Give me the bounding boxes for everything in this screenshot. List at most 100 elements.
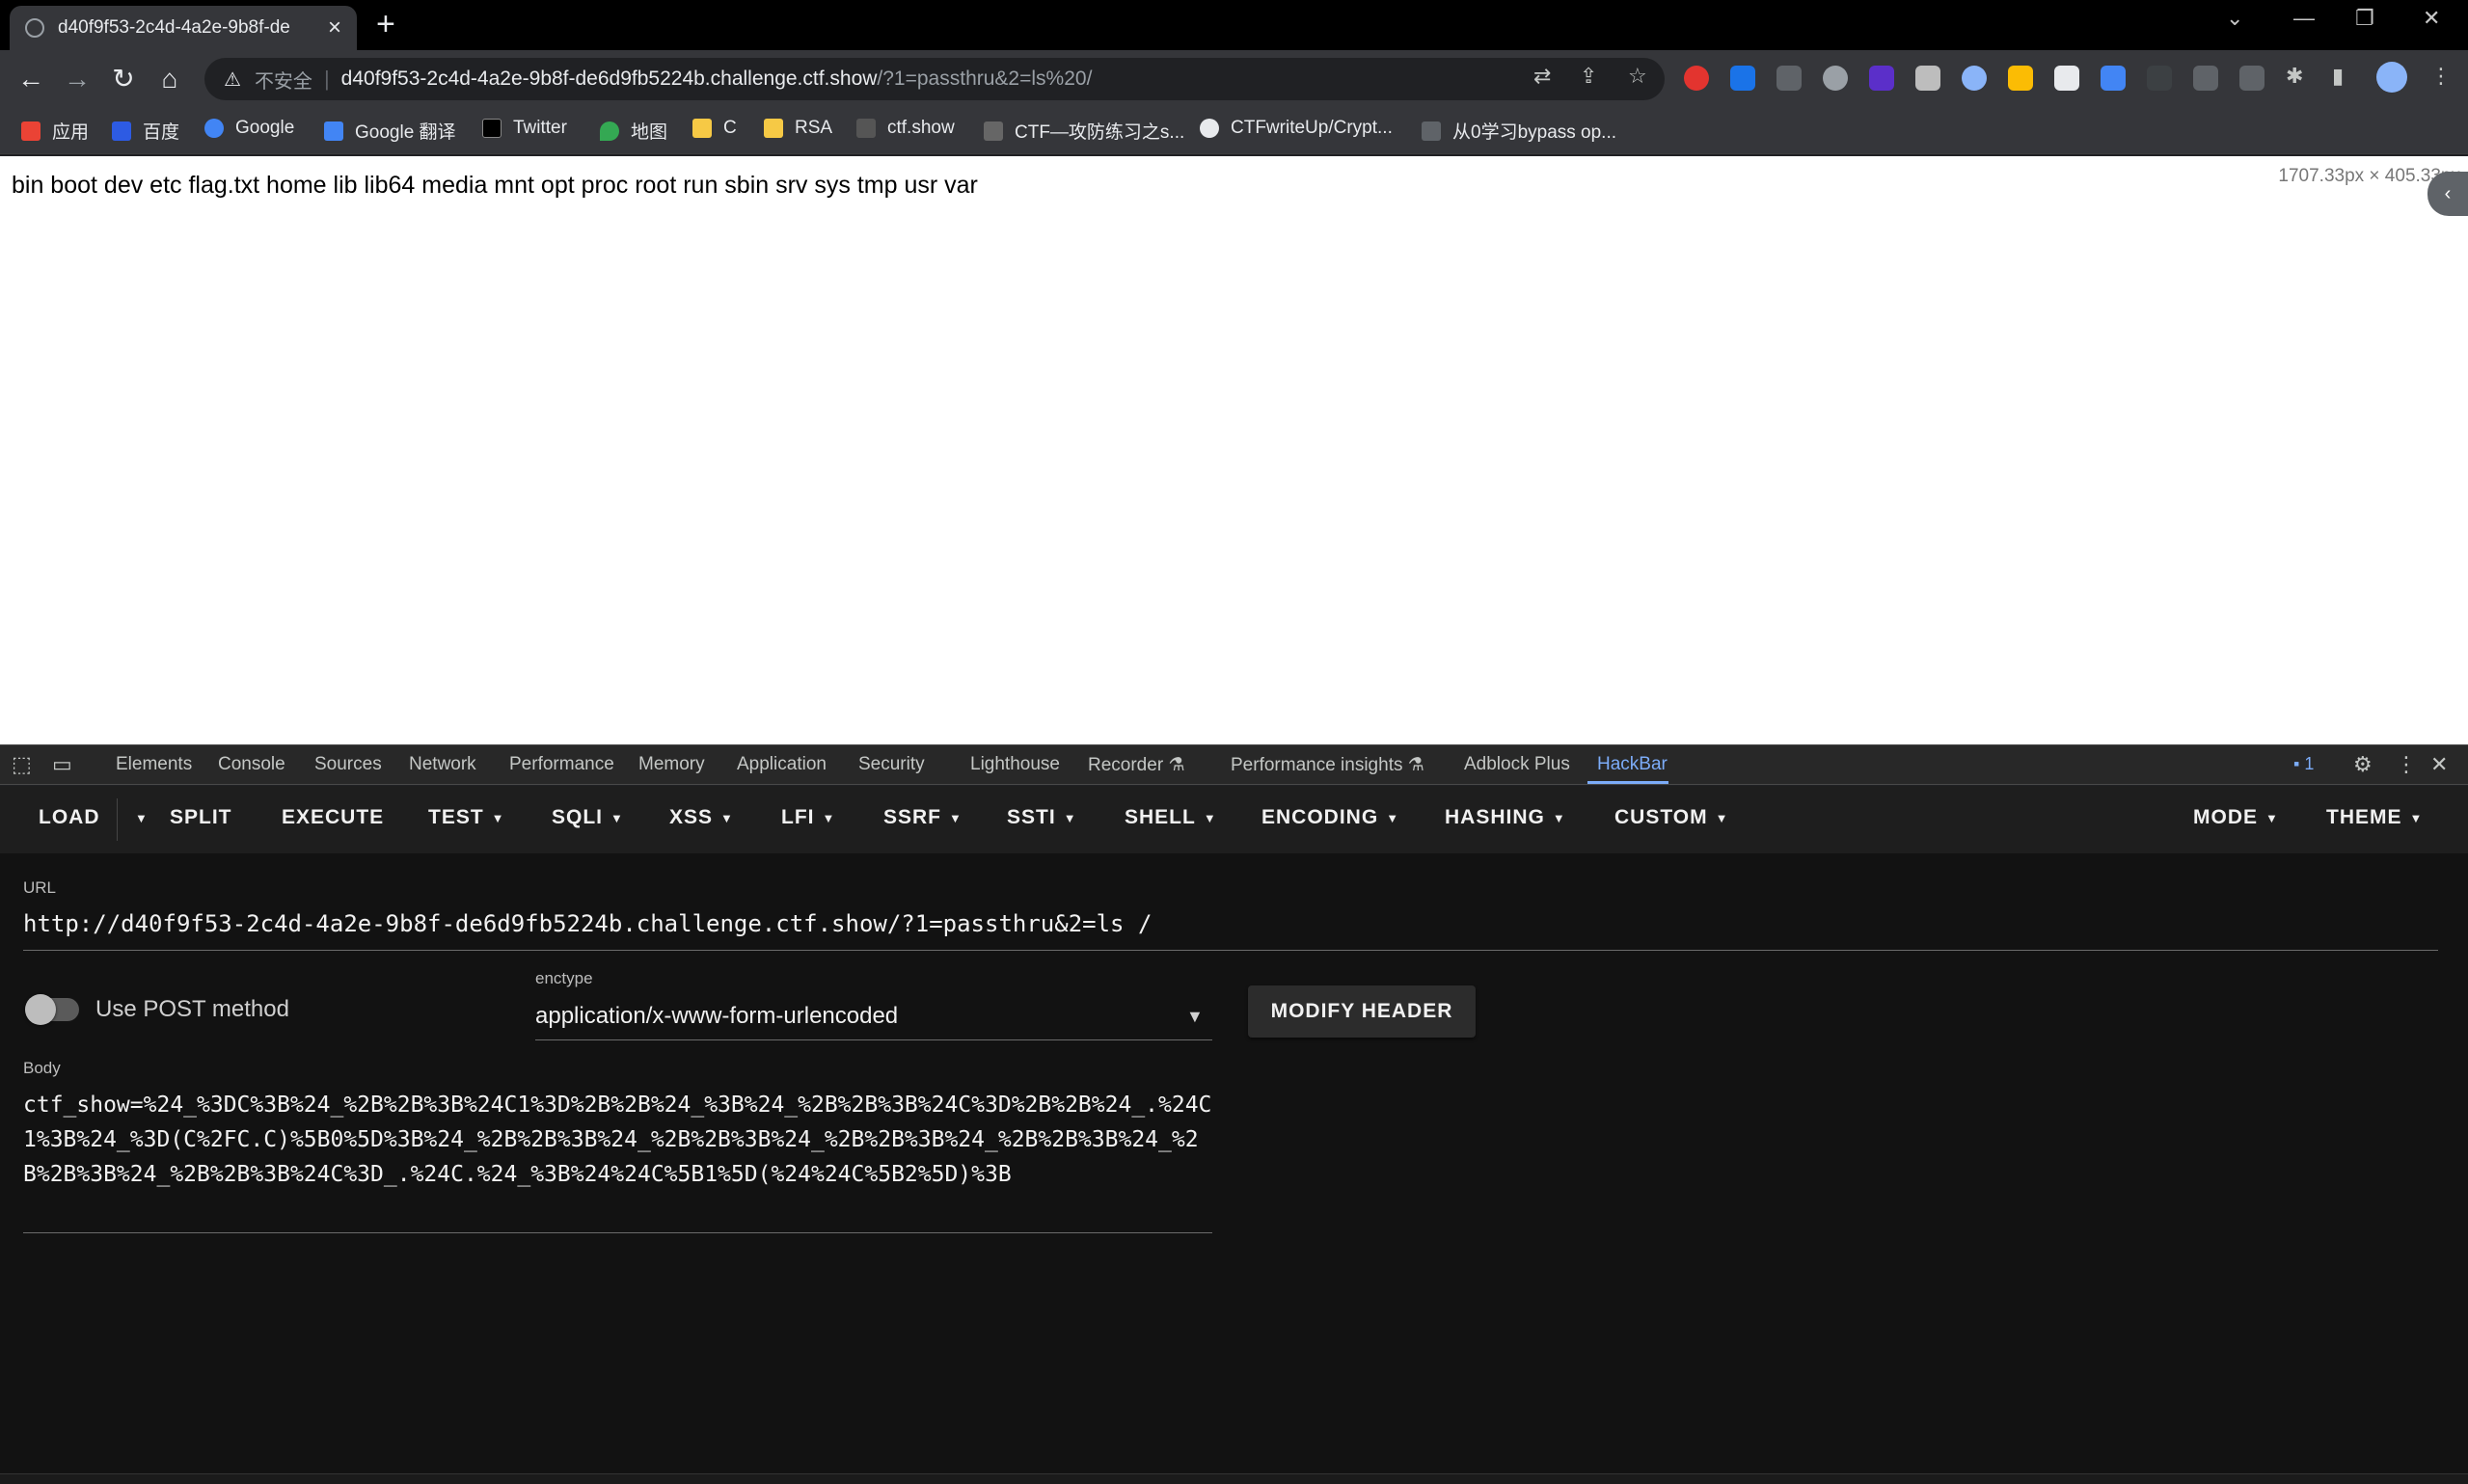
inspect-element-icon[interactable]: ⬚ (12, 752, 32, 777)
tab-elements[interactable]: Elements (116, 754, 192, 775)
ssti-menu[interactable]: SSTI ▼ (1007, 806, 1077, 829)
url-input[interactable]: http://d40f9f53-2c4d-4a2e-9b8f-de6d9fb52… (23, 910, 1152, 937)
tab-memory[interactable]: Memory (638, 754, 705, 775)
menu-kebab-icon[interactable]: ⋮ (2430, 64, 2452, 89)
bookmark-maps[interactable]: 地图 (600, 118, 667, 144)
tab-title: d40f9f53-2c4d-4a2e-9b8f-de (58, 17, 290, 38)
modify-header-button[interactable]: MODIFY HEADER (1248, 985, 1476, 1038)
tab-recorder[interactable]: Recorder ⚗ (1088, 754, 1184, 776)
hexagon-extension-icon[interactable] (1869, 66, 1894, 91)
reload-icon[interactable]: ↻ (104, 60, 143, 98)
bookmark-ctfwriteup[interactable]: CTFwriteUp/Crypt... (1200, 118, 1393, 139)
url-host[interactable]: d40f9f53-2c4d-4a2e-9b8f-de6d9fb5224b.cha… (341, 67, 878, 91)
glasses-extension-icon[interactable] (1776, 66, 1802, 91)
url-path[interactable]: /?1=passthru&2=ls%20/ (877, 67, 1092, 91)
encoding-menu[interactable]: ENCODING ▼ (1261, 806, 1399, 829)
bookmark-folder-rsa[interactable]: RSA (764, 118, 832, 139)
swirl-extension-icon[interactable] (1823, 66, 1848, 91)
tab-sources[interactable]: Sources (314, 754, 382, 775)
side-panel-toggle[interactable]: ‹ (2427, 172, 2468, 216)
tab-security[interactable]: Security (858, 754, 925, 775)
sqli-menu[interactable]: SQLI ▼ (552, 806, 624, 829)
star-icon[interactable]: ☆ (1628, 64, 1647, 89)
device-toolbar-icon[interactable]: ▭ (52, 752, 72, 777)
bookmark-folder-c[interactable]: C (692, 118, 737, 139)
caret-down-icon: ▼ (1203, 810, 1217, 825)
lfi-menu[interactable]: LFI ▼ (781, 806, 835, 829)
tab-adblock-plus[interactable]: Adblock Plus (1464, 754, 1570, 775)
load-divider (117, 798, 118, 841)
adblock-extension-icon[interactable] (1684, 66, 1709, 91)
devtools-close-icon[interactable]: ✕ (2430, 752, 2448, 777)
profile-avatar[interactable] (2376, 62, 2407, 93)
restore-icon[interactable]: ❐ (2355, 6, 2374, 31)
custom-menu[interactable]: CUSTOM ▼ (1614, 806, 1729, 829)
command-output: bin boot dev etc flag.txt home lib lib64… (12, 172, 978, 199)
shield-extension-icon[interactable] (2008, 66, 2033, 91)
load-button[interactable]: LOAD (39, 806, 100, 829)
bookmark-twitter[interactable]: Twitter (482, 118, 567, 139)
folder-icon (764, 119, 783, 138)
post-method-toggle[interactable] (25, 994, 79, 1025)
new-tab-button[interactable]: + (376, 8, 395, 40)
circle-extension-icon[interactable] (1962, 66, 1987, 91)
tab-performance[interactable]: Performance (509, 754, 614, 775)
toggle-knob[interactable] (25, 994, 56, 1025)
bookmark-google[interactable]: Google (204, 118, 294, 139)
bookmark-ctf-practice[interactable]: CTF—攻防练习之s... (984, 118, 1184, 144)
tab-lighthouse[interactable]: Lighthouse (970, 754, 1060, 775)
devtools-menu-icon[interactable]: ⋮ (2396, 752, 2417, 777)
bookmark-label: CTF—攻防练习之s... (1015, 122, 1185, 143)
enctype-select[interactable]: application/x-www-form-urlencoded (535, 1003, 898, 1030)
issues-badge[interactable]: ▪ 1 (2293, 754, 2314, 774)
tab-hackbar[interactable]: HackBar (1597, 754, 1668, 775)
translate-extension-icon[interactable] (1730, 66, 1755, 91)
load-dropdown-icon[interactable]: ▼ (127, 806, 149, 829)
bookmark-bypass[interactable]: 从0学习bypass op... (1422, 118, 1616, 144)
translate-icon[interactable]: ⇄ (1533, 64, 1551, 89)
mode-menu[interactable]: MODE ▼ (2193, 806, 2279, 829)
counter-extension-icon[interactable] (2054, 66, 2079, 91)
security-label[interactable]: 不安全 (255, 66, 312, 94)
bookmark-apps[interactable]: 应用 (21, 118, 89, 144)
bookmark-google-translate[interactable]: Google 翻译 (324, 118, 456, 144)
tab-performance-insights[interactable]: Performance insights ⚗ (1231, 754, 1424, 776)
bookmark-baidu[interactable]: 百度 (112, 118, 179, 144)
home-icon[interactable]: ⌂ (150, 60, 189, 98)
side-panel-icon[interactable]: ▮ (2332, 64, 2344, 89)
hashing-menu[interactable]: HASHING ▼ (1445, 806, 1566, 829)
share-icon[interactable]: ⇪ (1580, 64, 1597, 89)
puzzle-grey-extension-icon[interactable] (2193, 66, 2218, 91)
ssrf-menu[interactable]: SSRF ▼ (883, 806, 963, 829)
tab-search-icon[interactable]: ⌄ (2226, 6, 2243, 31)
test-menu[interactable]: TEST ▼ (428, 806, 505, 829)
shell-label: SHELL (1125, 806, 1196, 828)
caret-down-icon[interactable]: ▼ (1186, 1007, 1204, 1027)
browser-tab[interactable]: d40f9f53-2c4d-4a2e-9b8f-de × (10, 6, 357, 50)
back-icon[interactable]: ← (12, 60, 50, 98)
tab-application[interactable]: Application (737, 754, 827, 775)
xss-menu[interactable]: XSS ▼ (669, 806, 734, 829)
body-textarea[interactable]: ctf_show=%24_%3DC%3B%24_%2B%2B%3B%24C1%3… (23, 1088, 1219, 1192)
theme-menu[interactable]: THEME ▼ (2326, 806, 2423, 829)
shell-menu[interactable]: SHELL ▼ (1125, 806, 1217, 829)
extensions-puzzle-icon[interactable]: ✱ (2286, 64, 2303, 89)
forward-icon[interactable]: → (58, 60, 96, 98)
window-close-icon[interactable]: ✕ (2423, 6, 2440, 31)
settings-gear-icon[interactable]: ⚙ (2353, 752, 2373, 777)
bookmark-ctfshow[interactable]: ctf.show (856, 118, 955, 139)
post-method-label[interactable]: Use POST method (95, 996, 289, 1023)
hat-extension-icon[interactable] (2147, 66, 2172, 91)
close-tab-icon[interactable]: × (328, 14, 341, 41)
address-bar[interactable]: ⚠ 不安全 | d40f9f53-2c4d-4a2e-9b8f-de6d9fb5… (204, 58, 1665, 100)
tag-extension-icon[interactable] (2101, 66, 2126, 91)
ssti-label: SSTI (1007, 806, 1056, 828)
execute-button[interactable]: EXECUTE (282, 806, 384, 829)
split-button[interactable]: SPLIT (170, 806, 232, 829)
bug-extension-icon[interactable] (2239, 66, 2265, 91)
warning-icon[interactable]: ⚠ (224, 67, 241, 92)
tab-network[interactable]: Network (409, 754, 476, 775)
tab-console[interactable]: Console (218, 754, 285, 775)
minimize-icon[interactable]: — (2293, 6, 2315, 31)
ip-extension-icon[interactable] (1915, 66, 1940, 91)
